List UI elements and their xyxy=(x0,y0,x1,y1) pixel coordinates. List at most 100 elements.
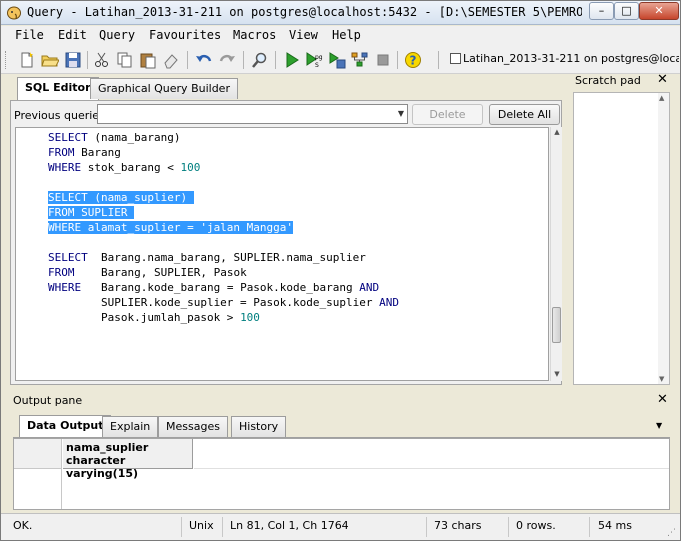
scratch-scrollbar[interactable]: ▲ ▼ xyxy=(658,93,669,384)
paste-icon[interactable] xyxy=(139,51,157,69)
sql-token: Barang xyxy=(74,146,121,159)
sql-token: WHERE xyxy=(48,161,82,174)
sql-token: stok_barang < xyxy=(81,161,181,174)
tab-explain[interactable]: Explain xyxy=(102,416,159,437)
cancel-icon[interactable] xyxy=(374,51,392,69)
grid-corner[interactable] xyxy=(14,439,62,469)
toolbar-separator xyxy=(438,51,439,69)
cut-icon[interactable] xyxy=(93,51,111,69)
grid-row-header xyxy=(14,469,62,509)
maximize-button[interactable]: □ xyxy=(614,2,639,20)
sql-line[interactable]: FROM Barang xyxy=(48,145,538,160)
sql-token: AND xyxy=(359,281,380,294)
tab-messages[interactable]: Messages xyxy=(158,416,228,437)
status-separator xyxy=(589,517,590,537)
toolbar-separator xyxy=(397,51,398,69)
menu-macros[interactable]: Macros xyxy=(233,28,276,42)
sql-line[interactable]: FROM Barang, SUPLIER, Pasok xyxy=(48,265,538,280)
scratch-pad-title: Scratch pad xyxy=(575,74,641,87)
undo-icon[interactable] xyxy=(195,51,213,69)
pane-splitter[interactable] xyxy=(1,387,680,391)
menu-edit[interactable]: Edit xyxy=(58,28,87,42)
sql-token: Barang, SUPLIER, Pasok xyxy=(74,266,247,279)
sql-line[interactable]: WHERE Barang.kode_barang = Pasok.kode_ba… xyxy=(48,280,538,295)
status-cursor-position: Ln 81, Col 1, Ch 1764 xyxy=(230,519,349,532)
chevron-down-icon[interactable]: ▼ xyxy=(656,421,662,430)
scroll-down-icon[interactable]: ▼ xyxy=(659,375,664,383)
scroll-up-icon[interactable]: ▲ xyxy=(659,94,664,102)
sql-token: FROM xyxy=(48,146,75,159)
connection-combo[interactable]: Latihan_2013-31-211 on postgres@localhos… xyxy=(463,52,679,65)
sql-token: FROM SUPLIER xyxy=(48,206,135,219)
sql-line[interactable]: SELECT (nama_suplier) xyxy=(48,190,538,205)
resize-grip-icon[interactable]: ⋰ xyxy=(667,528,676,538)
sql-token: SELECT (nama_suplier) xyxy=(48,191,194,204)
status-chars: 73 chars xyxy=(434,519,482,532)
minimize-button[interactable]: – xyxy=(589,2,614,20)
editor-scrollbar[interactable]: ▲ ▼ xyxy=(550,127,562,381)
explain-icon[interactable] xyxy=(351,51,369,69)
status-line-ending: Unix xyxy=(189,519,214,532)
sql-token: 100 xyxy=(180,161,201,174)
close-button[interactable]: ✕ xyxy=(639,2,679,20)
sql-line[interactable] xyxy=(48,235,538,250)
save-icon[interactable] xyxy=(64,51,82,69)
execute-pgscript-icon[interactable]: pgS xyxy=(305,51,323,69)
sql-line[interactable]: Pasok.jumlah_pasok > 100 xyxy=(48,310,538,325)
sql-line[interactable]: SELECT Barang.nama_barang, SUPLIER.nama_… xyxy=(48,250,538,265)
menu-view[interactable]: View xyxy=(289,28,318,42)
sql-token: (nama_barang) xyxy=(87,131,181,144)
find-icon[interactable] xyxy=(251,51,269,69)
help-icon[interactable]: ? xyxy=(404,51,422,69)
chevron-down-icon[interactable]: ▼ xyxy=(395,105,407,123)
redo-icon[interactable] xyxy=(218,51,236,69)
delete-button[interactable]: Delete xyxy=(412,104,483,125)
close-icon[interactable]: ✕ xyxy=(657,72,668,87)
toolbar-separator xyxy=(275,51,276,69)
column-name: nama_suplier xyxy=(66,441,149,454)
delete-all-button[interactable]: Delete All xyxy=(489,104,560,125)
output-pane-title: Output pane xyxy=(13,394,83,407)
status-message: OK. xyxy=(13,519,33,532)
execute-icon[interactable] xyxy=(283,51,301,69)
sql-token: WHERE xyxy=(48,281,82,294)
sql-token: Barang.kode_barang = Pasok.kode_barang xyxy=(81,281,360,294)
open-icon[interactable] xyxy=(41,51,59,69)
new-icon[interactable] xyxy=(18,51,36,69)
tab-history[interactable]: History xyxy=(231,416,287,437)
close-icon[interactable]: ✕ xyxy=(657,392,668,407)
elephant-icon xyxy=(7,6,21,20)
sql-line[interactable]: FROM SUPLIER xyxy=(48,205,538,220)
copy-icon[interactable] xyxy=(116,51,134,69)
menu-bar: File Edit Query Favourites Macros View H… xyxy=(1,26,680,46)
clear-icon[interactable] xyxy=(162,51,180,69)
menu-help[interactable]: Help xyxy=(332,28,361,42)
sql-line[interactable] xyxy=(48,175,538,190)
sql-line[interactable]: WHERE stok_barang < 100 xyxy=(48,160,538,175)
sql-line[interactable]: SUPLIER.kode_suplier = Pasok.kode_suplie… xyxy=(48,295,538,310)
previous-queries-combo[interactable]: ▼ xyxy=(97,104,408,124)
status-time: 54 ms xyxy=(598,519,632,532)
scroll-up-icon[interactable]: ▲ xyxy=(552,128,562,138)
scroll-down-icon[interactable]: ▼ xyxy=(552,370,562,380)
title-bar: Query - Latihan_2013-31-211 on postgres@… xyxy=(1,1,680,25)
column-header-nama-suplier[interactable]: nama_suplier character varying(15) xyxy=(63,439,193,480)
sql-token: SELECT xyxy=(48,131,88,144)
execute-to-file-icon[interactable] xyxy=(328,51,346,69)
menu-query[interactable]: Query xyxy=(99,28,135,42)
sql-token: SELECT xyxy=(48,251,88,264)
sql-code[interactable]: SELECT (nama_barang) FROM Barang WHERE sto… xyxy=(48,130,538,325)
tab-data-output[interactable]: Data Output xyxy=(19,415,112,438)
toolbar-separator xyxy=(187,51,188,69)
menu-file[interactable]: File xyxy=(15,28,44,42)
toolbar-grip[interactable] xyxy=(5,51,8,69)
scrollbar-thumb[interactable] xyxy=(552,307,561,343)
sql-line[interactable]: WHERE alamat_suplier = 'jalan Mangga' xyxy=(48,220,538,235)
scratch-pad[interactable] xyxy=(573,92,670,385)
tab-graphical-query-builder[interactable]: Graphical Query Builder xyxy=(90,78,238,99)
connection-checkbox[interactable] xyxy=(450,53,461,64)
previous-queries-label: Previous queries xyxy=(14,109,105,122)
tab-sql-editor[interactable]: SQL Editor xyxy=(17,77,99,100)
sql-line[interactable]: SELECT (nama_barang) xyxy=(48,130,538,145)
menu-favourites[interactable]: Favourites xyxy=(149,28,221,42)
